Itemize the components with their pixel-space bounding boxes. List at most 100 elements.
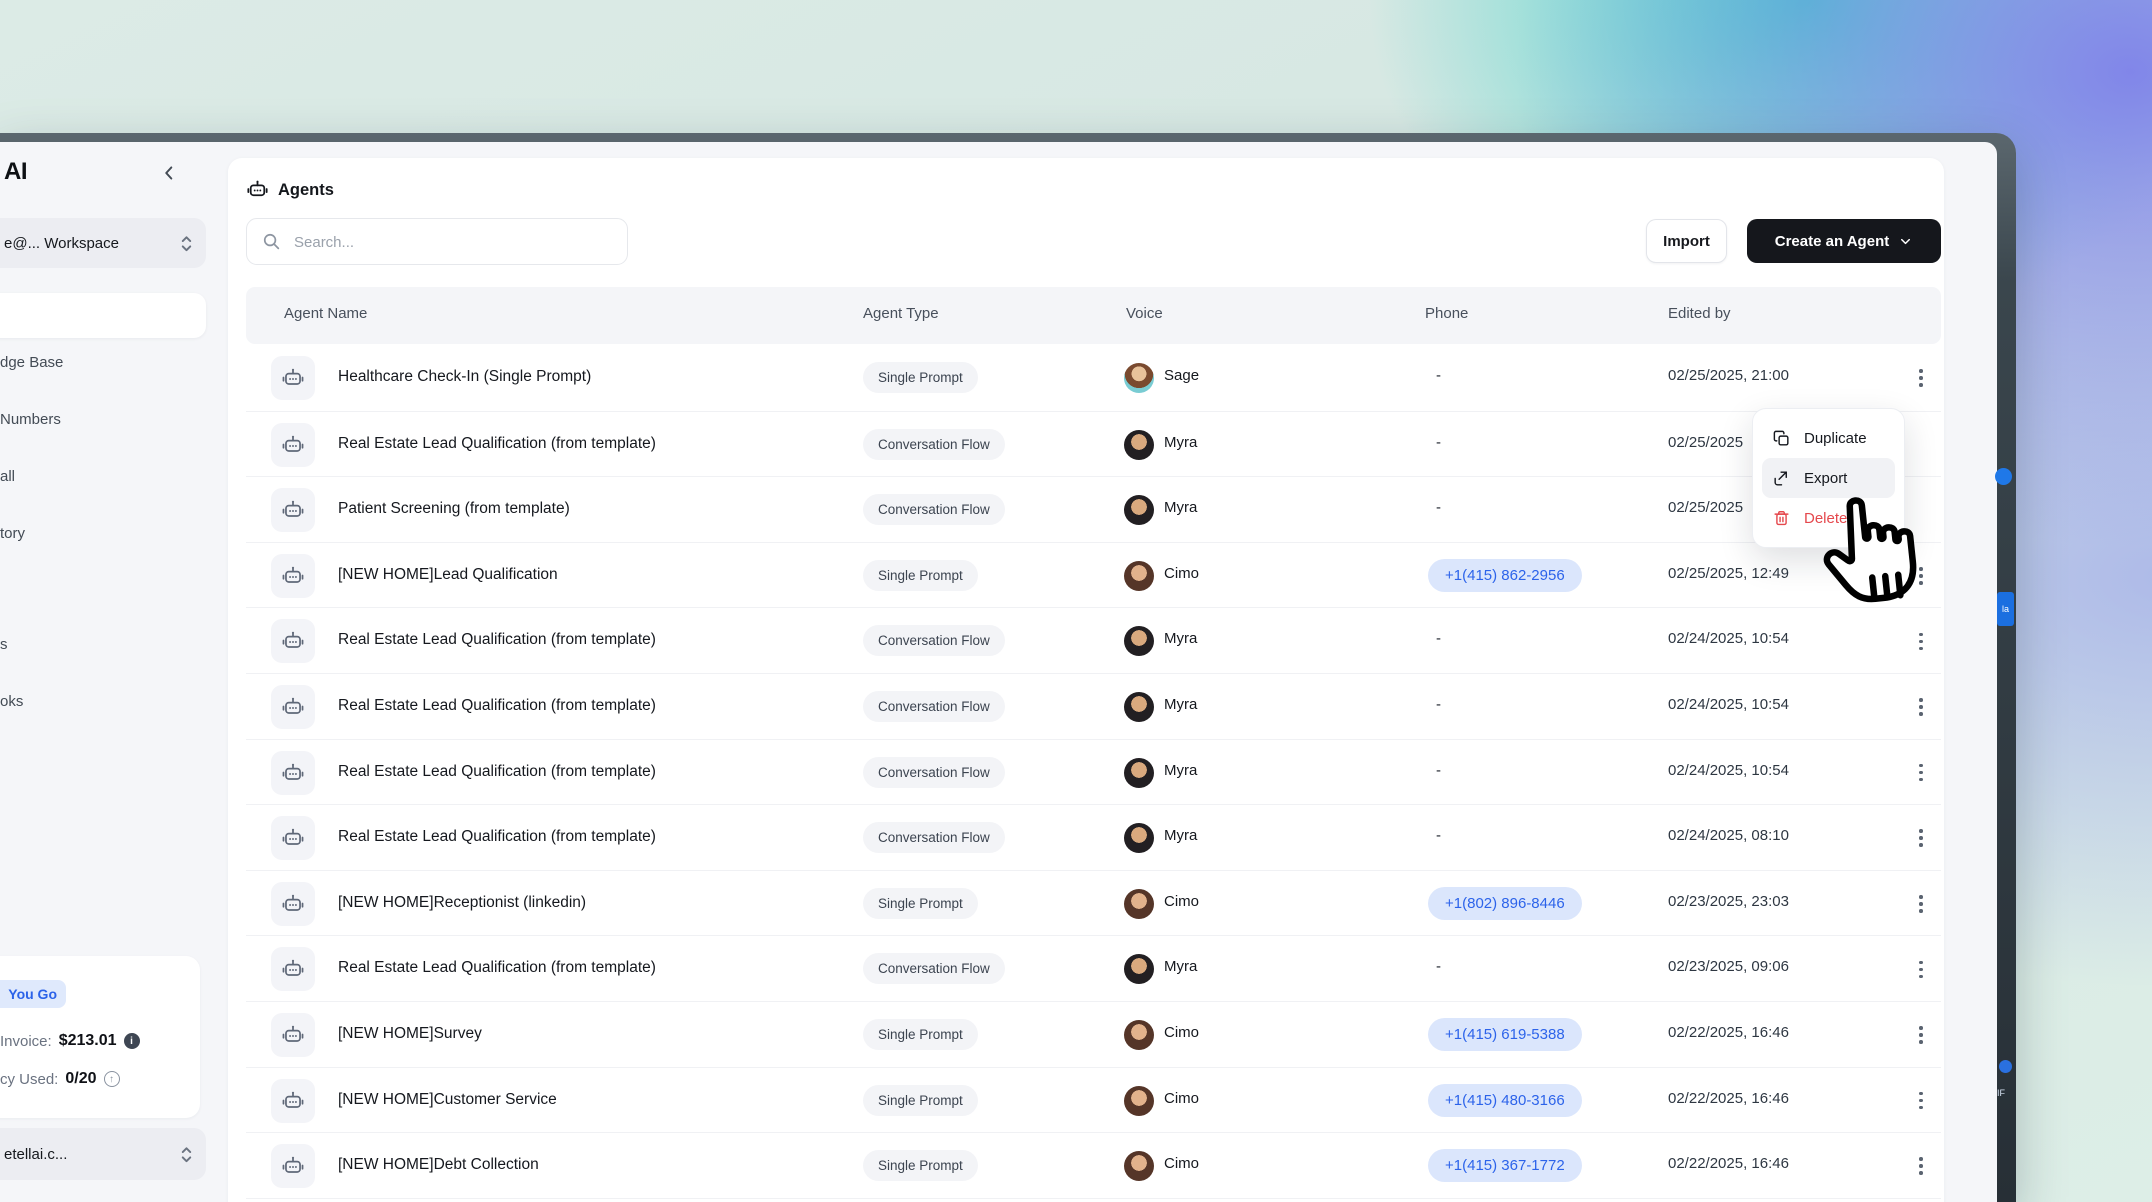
row-menu-button[interactable] <box>1910 628 1932 654</box>
table-row[interactable]: [NEW HOME]Customer Service Single Prompt… <box>246 1067 1941 1134</box>
agent-type-badge: Single Prompt <box>863 888 978 919</box>
table-row[interactable]: [NEW HOME]Survey Single Prompt Cimo +1(4… <box>246 1001 1941 1068</box>
table-row[interactable]: Real Estate Lead Qualification (from tem… <box>246 739 1941 806</box>
table-row[interactable] <box>246 1198 1941 1202</box>
agent-icon <box>271 685 315 729</box>
concurrency-row: cy Used: 0/20 ↑ <box>0 1070 120 1088</box>
row-menu-button[interactable] <box>1910 956 1932 982</box>
phone-number-pill[interactable]: +1(802) 896-8446 <box>1428 887 1582 920</box>
phone-number-pill[interactable]: +1(415) 619-5388 <box>1428 1018 1582 1051</box>
row-menu-button[interactable] <box>1910 825 1932 851</box>
agent-icon <box>271 554 315 598</box>
edited-date: 02/24/2025, 10:54 <box>1668 696 1789 713</box>
agent-type-badge: Single Prompt <box>863 1150 978 1181</box>
table-row[interactable]: [NEW HOME]Lead Qualification Single Prom… <box>246 542 1941 609</box>
table-row[interactable]: Real Estate Lead Qualification (from tem… <box>246 411 1941 478</box>
phone-number-pill[interactable]: +1(415) 862-2956 <box>1428 559 1582 592</box>
sidebar-collapse-button[interactable] <box>158 162 180 184</box>
voice-avatar <box>1124 889 1154 919</box>
row-menu-button[interactable] <box>1910 1153 1932 1179</box>
sidebar-item-active[interactable] <box>0 293 206 338</box>
voice-avatar <box>1124 363 1154 393</box>
voice-name: Cimo <box>1164 1155 1199 1172</box>
agent-type-badge: Conversation Flow <box>863 429 1005 460</box>
agent-icon <box>271 1079 315 1123</box>
agent-icon <box>271 423 315 467</box>
menu-item-duplicate[interactable]: Duplicate <box>1762 418 1895 458</box>
row-menu-button[interactable] <box>1910 760 1932 786</box>
phone-number-pill[interactable]: +1(415) 480-3166 <box>1428 1084 1582 1117</box>
sidebar-item-batch-call[interactable]: all <box>0 468 15 485</box>
voice-name: Cimo <box>1164 893 1199 910</box>
phone-value: - <box>1436 958 1441 975</box>
sidebar-item-knowledge-base[interactable]: dge Base <box>0 354 63 371</box>
agent-name: [NEW HOME]Receptionist (linkedin) <box>338 894 586 912</box>
table-row[interactable]: Real Estate Lead Qualification (from tem… <box>246 804 1941 871</box>
agent-name: [NEW HOME]Debt Collection <box>338 1156 539 1174</box>
row-menu-button[interactable] <box>1910 1022 1932 1048</box>
agent-type-badge: Conversation Flow <box>863 494 1005 525</box>
voice-avatar <box>1124 495 1154 525</box>
upgrade-icon[interactable]: ↑ <box>104 1071 120 1087</box>
agent-name: [NEW HOME]Lead Qualification <box>338 566 558 584</box>
sidebar-item-phone-numbers[interactable]: Numbers <box>0 411 61 428</box>
app-logo: AI <box>4 158 27 186</box>
agent-type-badge: Single Prompt <box>863 1085 978 1116</box>
table-row[interactable]: Real Estate Lead Qualification (from tem… <box>246 935 1941 1002</box>
voice-avatar <box>1124 758 1154 788</box>
table-row[interactable]: [NEW HOME]Debt Collection Single Prompt … <box>246 1132 1941 1199</box>
workspace-selector[interactable]: e@... Workspace <box>0 218 206 268</box>
info-icon[interactable]: i <box>124 1033 140 1049</box>
phone-value: - <box>1436 499 1441 516</box>
trash-icon <box>1772 509 1791 528</box>
voice-name: Cimo <box>1164 565 1199 582</box>
voice-name: Myra <box>1164 499 1197 516</box>
phone-value: - <box>1436 827 1441 844</box>
sidebar-item-call-history[interactable]: tory <box>0 525 25 542</box>
agent-type-badge: Conversation Flow <box>863 625 1005 656</box>
row-menu-button[interactable] <box>1910 694 1932 720</box>
edited-date: 02/24/2025, 10:54 <box>1668 762 1789 779</box>
agent-name: Real Estate Lead Qualification (from tem… <box>338 435 656 453</box>
edited-date: 02/22/2025, 16:46 <box>1668 1155 1789 1172</box>
phone-value: - <box>1436 367 1441 384</box>
workspace-label: e@... Workspace <box>4 235 119 252</box>
table-row[interactable]: Real Estate Lead Qualification (from tem… <box>246 607 1941 674</box>
menu-item-label: Duplicate <box>1804 430 1867 447</box>
voice-avatar <box>1124 692 1154 722</box>
edited-date: 02/23/2025, 23:03 <box>1668 893 1789 910</box>
edited-date: 02/23/2025, 09:06 <box>1668 958 1789 975</box>
row-menu-button[interactable] <box>1910 1088 1932 1114</box>
agent-name: [NEW HOME]Customer Service <box>338 1091 557 1109</box>
agent-name: Real Estate Lead Qualification (from tem… <box>338 697 656 715</box>
voice-name: Myra <box>1164 696 1197 713</box>
invoice-row: Invoice: $213.01 i <box>0 1032 140 1050</box>
sidebar-item-webhooks[interactable]: oks <box>0 693 23 710</box>
agent-name: Real Estate Lead Qualification (from tem… <box>338 828 656 846</box>
copy-icon <box>1772 429 1791 448</box>
edited-date: 02/25/2025, 21:00 <box>1668 367 1789 384</box>
voice-avatar <box>1124 561 1154 591</box>
phone-value: - <box>1436 762 1441 779</box>
voice-name: Cimo <box>1164 1024 1199 1041</box>
edited-date: 02/22/2025, 16:46 <box>1668 1090 1789 1107</box>
agent-icon <box>271 1144 315 1188</box>
phone-number-pill[interactable]: +1(415) 367-1772 <box>1428 1149 1582 1182</box>
table-row[interactable]: Healthcare Check-In (Single Prompt) Sing… <box>246 345 1941 411</box>
sidebar-item-analytics[interactable]: s <box>0 636 8 653</box>
agent-name: Real Estate Lead Qualification (from tem… <box>338 763 656 781</box>
row-menu-button[interactable] <box>1910 891 1932 917</box>
table-row[interactable]: Real Estate Lead Qualification (from tem… <box>246 673 1941 740</box>
table-row[interactable]: Patient Screening (from template) Conver… <box>246 476 1941 543</box>
agent-icon <box>271 882 315 926</box>
account-selector[interactable]: etellai.c... <box>0 1128 206 1180</box>
agent-type-badge: Single Prompt <box>863 1019 978 1050</box>
edited-date: 02/24/2025, 10:54 <box>1668 630 1789 647</box>
agent-type-badge: Conversation Flow <box>863 953 1005 984</box>
voice-name: Myra <box>1164 827 1197 844</box>
frame-edge-dot <box>1999 1060 2012 1073</box>
table-row[interactable]: [NEW HOME]Receptionist (linkedin) Single… <box>246 870 1941 937</box>
row-menu-button[interactable] <box>1910 365 1932 391</box>
agent-type-badge: Conversation Flow <box>863 691 1005 722</box>
agent-type-badge: Single Prompt <box>863 560 978 591</box>
